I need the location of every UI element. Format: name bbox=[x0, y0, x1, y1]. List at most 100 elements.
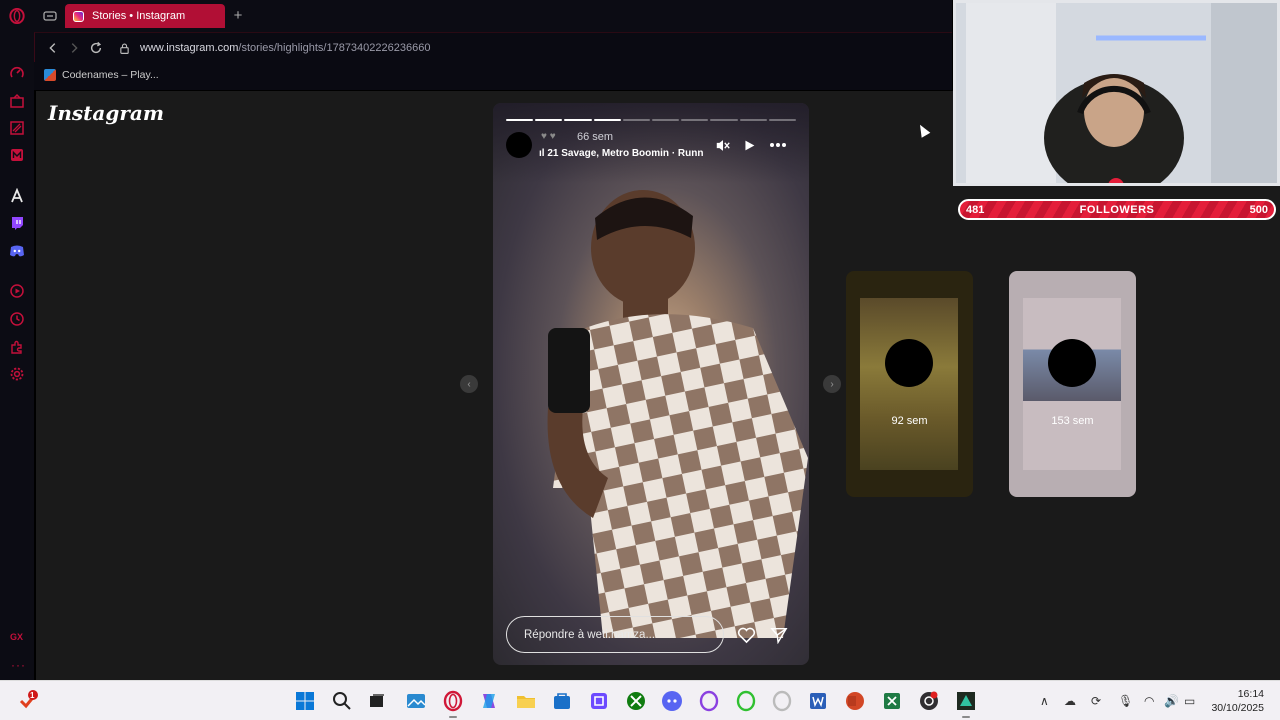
reply-input[interactable]: Répondre à weti.hamza... bbox=[506, 616, 724, 653]
story-time-ago: 66 sem bbox=[577, 131, 614, 143]
tray-sync-icon[interactable]: ⟳ bbox=[1091, 694, 1101, 708]
opera-gx-alt-icon[interactable] bbox=[735, 690, 757, 712]
story-viewer[interactable]: ♥ ♥ 66 sem ıl 21 Savage, Metro Boomin · … bbox=[493, 103, 809, 665]
progress-segment bbox=[564, 119, 592, 121]
instagram-favicon-icon bbox=[73, 10, 84, 22]
followers-label: FOLLOWERS bbox=[1079, 203, 1155, 216]
followers-goal-bar: 481 FOLLOWERS 500 bbox=[958, 199, 1276, 220]
story-music-label[interactable]: ıl 21 Savage, Metro Boomin · Runnin bbox=[539, 148, 704, 159]
heart-emoji-icon: ♥ ♥ bbox=[541, 131, 556, 142]
story-image bbox=[547, 190, 808, 638]
more-options-icon[interactable] bbox=[769, 137, 787, 153]
player-icon[interactable] bbox=[9, 283, 25, 299]
photos-app-icon[interactable] bbox=[405, 690, 427, 712]
taskbar-clock[interactable]: 16:14 30/10/2025 bbox=[1211, 687, 1264, 715]
progress-segment bbox=[768, 119, 797, 121]
tray-app-icon[interactable]: ☁ bbox=[1064, 694, 1076, 708]
progress-segment bbox=[681, 119, 709, 121]
tab-bar: Stories • Instagram + bbox=[34, 0, 952, 32]
opera-air-icon[interactable] bbox=[771, 690, 793, 712]
bookmarks-bar: Codenames – Play... bbox=[34, 62, 952, 90]
bookmark-label: Codenames – Play... bbox=[62, 69, 159, 81]
xbox-icon[interactable] bbox=[625, 690, 647, 712]
progress-segment bbox=[535, 119, 563, 121]
powerpoint-icon[interactable] bbox=[844, 690, 866, 712]
music-title: 21 Savage, Metro Boomin · Runnin bbox=[547, 148, 704, 159]
followers-current: 481 bbox=[966, 203, 985, 216]
url-path: /stories/highlights/17873402226236660 bbox=[238, 42, 431, 54]
microsoft-store-icon[interactable] bbox=[551, 690, 573, 712]
opera-gx-taskbar-icon[interactable] bbox=[442, 690, 464, 712]
mute-icon[interactable] bbox=[714, 137, 732, 153]
tab-title: Stories • Instagram bbox=[92, 10, 186, 22]
progress-segment bbox=[506, 119, 534, 121]
codenames-favicon-icon bbox=[44, 69, 56, 81]
story-avatar[interactable] bbox=[506, 132, 532, 158]
wifi-icon[interactable]: ◠ bbox=[1144, 694, 1154, 708]
story-header-gradient bbox=[493, 103, 809, 183]
preview-1-avatar bbox=[885, 339, 933, 387]
instagram-logo[interactable]: Instagram bbox=[48, 101, 164, 125]
widgets-icon[interactable]: 1 bbox=[17, 690, 39, 712]
forward-arrow-icon[interactable] bbox=[66, 40, 82, 56]
obs-studio-icon[interactable] bbox=[918, 690, 940, 712]
battery-icon[interactable]: ▭ bbox=[1184, 694, 1195, 708]
mail-icon[interactable] bbox=[9, 147, 25, 163]
streamlabs-icon[interactable] bbox=[955, 690, 977, 712]
windows-taskbar: 1 ∧ ☁ ⟳ 🎙 ◠ 🔊 ▭ 16:14 30/10/2025 bbox=[0, 680, 1280, 720]
previous-story-button[interactable]: ‹ bbox=[460, 375, 478, 393]
progress-segment bbox=[652, 119, 680, 121]
like-heart-icon[interactable] bbox=[736, 625, 756, 645]
microphone-icon[interactable]: 🎙 bbox=[1118, 694, 1133, 708]
next-story-button[interactable]: › bbox=[823, 375, 841, 393]
gx-corner-icon[interactable] bbox=[9, 93, 25, 109]
preview-2-time: 153 sem bbox=[1051, 415, 1094, 427]
aria-icon[interactable] bbox=[9, 188, 25, 204]
discord-taskbar-icon[interactable] bbox=[661, 690, 683, 712]
browser-sidebar: GX ··· bbox=[0, 0, 34, 680]
search-icon[interactable] bbox=[331, 690, 353, 712]
discord-icon[interactable] bbox=[9, 243, 25, 259]
windows-start-icon[interactable] bbox=[294, 690, 316, 712]
reload-icon[interactable] bbox=[88, 40, 104, 56]
volume-icon[interactable]: 🔊 bbox=[1164, 694, 1179, 708]
proton-vpn-icon[interactable] bbox=[588, 690, 610, 712]
news-icon[interactable] bbox=[9, 120, 25, 136]
lock-icon[interactable] bbox=[116, 40, 132, 56]
active-app-indicator-2 bbox=[962, 716, 970, 718]
new-tab-icon[interactable]: + bbox=[230, 7, 246, 24]
more-options-icon[interactable]: ··· bbox=[11, 658, 26, 672]
reply-placeholder: Répondre à weti.hamza... bbox=[524, 628, 656, 641]
tray-chevron-icon[interactable]: ∧ bbox=[1040, 694, 1049, 708]
play-icon[interactable] bbox=[740, 137, 758, 153]
story-progress-bar bbox=[506, 119, 797, 121]
active-app-indicator bbox=[449, 716, 457, 718]
twitch-icon[interactable] bbox=[9, 215, 25, 231]
word-icon[interactable] bbox=[807, 690, 829, 712]
webcam-feed bbox=[956, 3, 1277, 183]
excel-icon[interactable] bbox=[881, 690, 903, 712]
preview-2-avatar bbox=[1048, 339, 1096, 387]
settings-gear-icon[interactable] bbox=[9, 366, 25, 382]
gx-label-icon[interactable]: GX bbox=[10, 632, 23, 642]
url-field[interactable]: www.instagram.com/stories/highlights/178… bbox=[140, 42, 430, 54]
history-icon[interactable] bbox=[9, 311, 25, 327]
followers-goal: 500 bbox=[1249, 203, 1268, 216]
story-preview-1[interactable]: 92 sem bbox=[846, 271, 973, 497]
story-preview-2[interactable]: 153 sem bbox=[1009, 271, 1136, 497]
bookmark-codenames[interactable]: Codenames – Play... bbox=[44, 69, 159, 81]
url-host: www.instagram.com bbox=[140, 42, 239, 54]
file-explorer-icon[interactable] bbox=[515, 690, 537, 712]
task-view-icon[interactable] bbox=[366, 690, 388, 712]
tab-workspace-icon[interactable] bbox=[42, 8, 58, 24]
speed-dial-icon[interactable] bbox=[9, 65, 25, 81]
clock-time: 16:14 bbox=[1237, 688, 1264, 700]
share-send-icon[interactable] bbox=[769, 625, 789, 645]
back-arrow-icon[interactable] bbox=[45, 40, 61, 56]
extensions-icon[interactable] bbox=[9, 339, 25, 355]
opera-browser-icon[interactable] bbox=[698, 690, 720, 712]
opera-logo-icon[interactable] bbox=[8, 7, 26, 25]
notification-count: 1 bbox=[30, 691, 35, 700]
copilot-icon[interactable] bbox=[478, 690, 500, 712]
tab-instagram-stories[interactable]: Stories • Instagram bbox=[65, 4, 225, 28]
